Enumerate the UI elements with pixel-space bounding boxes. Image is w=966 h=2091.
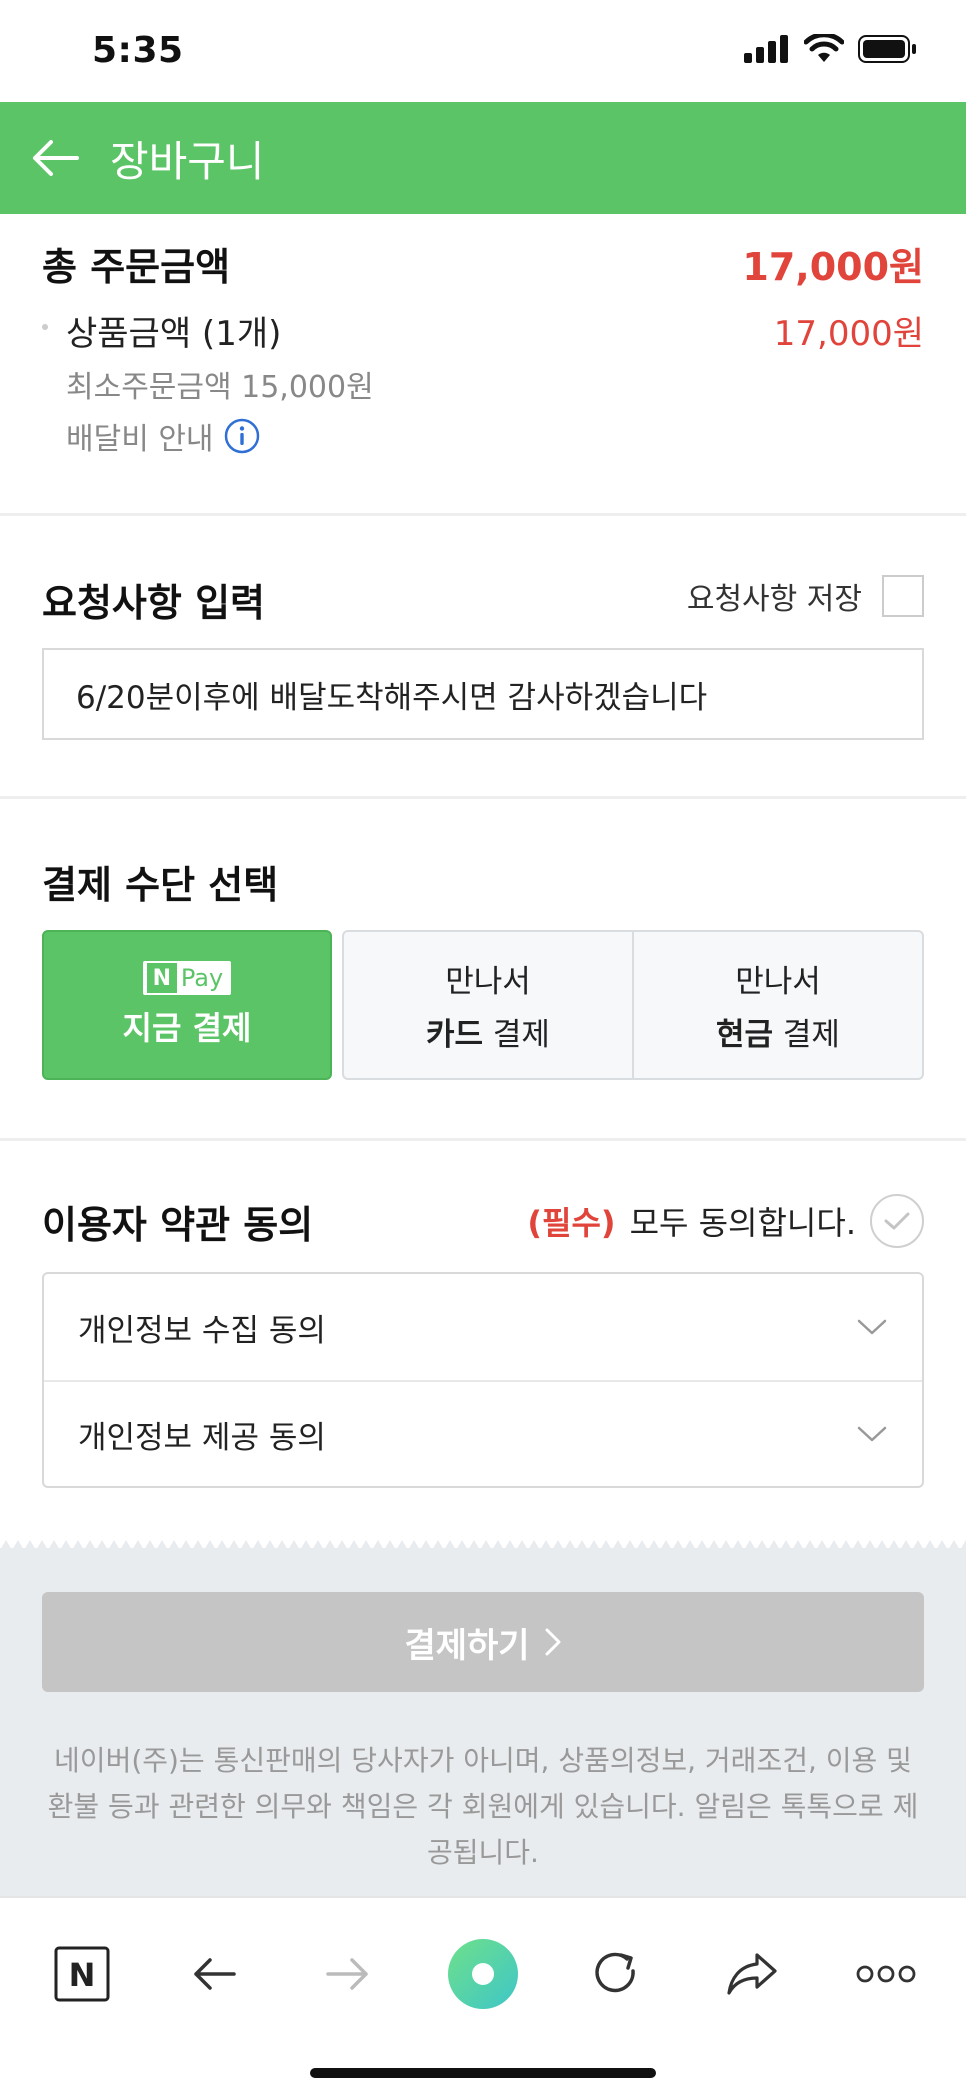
agree-all-label: 모두 동의합니다. xyxy=(629,1204,856,1242)
arrow-left-icon xyxy=(194,1958,236,1990)
payment-title: 결제 수단 선택 xyxy=(42,863,279,907)
app-header: 장바구니 xyxy=(0,102,966,214)
payment-method-section: 결제 수단 선택 N Pay 지금 결제 만나서 카드 결제 만나서 현금 결제 xyxy=(0,798,966,1138)
pay-now-label: 지금 결제 xyxy=(122,1009,252,1047)
terms-section: 이용자 약관 동의 (필수) 모두 동의합니다. 개인정보 수집 동의 개인정보… xyxy=(0,1140,966,1540)
pay-card-line1: 만나서 xyxy=(445,964,531,1000)
share-icon xyxy=(727,1953,777,1995)
delivery-fee-label: 배달비 안내 xyxy=(66,422,214,457)
delivery-fee-info[interactable]: 배달비 안내 xyxy=(66,414,260,458)
naver-letter: N xyxy=(69,1956,96,1994)
status-time: 5:35 xyxy=(92,30,184,71)
naver-logo-icon: N xyxy=(54,1946,110,2002)
arrow-left-icon xyxy=(33,140,79,176)
green-dot-icon xyxy=(448,1939,518,2009)
pay-card-line2: 카드 결제 xyxy=(426,1009,550,1054)
arrow-right-icon xyxy=(326,1958,368,1990)
save-request-label: 요청사항 저장 xyxy=(686,582,862,617)
payment-options: N Pay 지금 결제 만나서 카드 결제 만나서 현금 결제 xyxy=(42,930,924,1080)
agree-all-checkbox[interactable] xyxy=(870,1194,924,1248)
page-title: 장바구니 xyxy=(110,136,265,186)
terms-item-privacy-collect[interactable]: 개인정보 수집 동의 xyxy=(44,1274,922,1380)
terms-title: 이용자 약관 동의 xyxy=(42,1203,314,1247)
chevron-down-icon[interactable] xyxy=(856,1424,888,1444)
refresh-button[interactable] xyxy=(576,1934,656,2014)
terms-item-label: 개인정보 수집 동의 xyxy=(78,1312,326,1349)
product-amount-value: 17,000원 xyxy=(773,314,924,354)
wifi-icon xyxy=(804,34,844,62)
pay-card-option[interactable]: 만나서 카드 결제 xyxy=(344,932,632,1078)
info-icon[interactable] xyxy=(224,418,260,454)
signal-icon xyxy=(744,35,788,63)
total-label: 총 주문금액 xyxy=(42,245,231,289)
browser-forward-button[interactable] xyxy=(308,1934,388,2014)
receipt-edge xyxy=(0,1540,966,1550)
back-button[interactable] xyxy=(0,102,110,214)
share-button[interactable] xyxy=(712,1934,792,2014)
chevron-right-icon xyxy=(545,1628,561,1656)
terms-list: 개인정보 수집 동의 개인정보 제공 동의 xyxy=(42,1272,924,1488)
agree-all-toggle[interactable]: (필수) 모두 동의합니다. xyxy=(527,1194,924,1248)
pay-on-delivery-group: 만나서 카드 결제 만나서 현금 결제 xyxy=(342,930,924,1080)
npay-n: N xyxy=(146,963,177,993)
disclaimer-text: 네이버(주)는 통신판매의 당사자가 아니며, 상품의정보, 거래조건, 이용 … xyxy=(47,1744,919,1869)
pay-cash-rest: 결제 xyxy=(773,1017,840,1053)
pay-cash-bold: 현금 xyxy=(716,1017,774,1053)
order-summary: 총 주문금액 17,000원 상품금액 (1개) 17,000원 최소주문금액 … xyxy=(0,214,966,514)
pay-button-label: 결제하기 xyxy=(404,1625,530,1666)
pay-card-rest: 결제 xyxy=(483,1017,550,1053)
terms-item-label: 개인정보 제공 동의 xyxy=(78,1419,326,1456)
browser-toolbar: N xyxy=(0,1896,966,2091)
refresh-icon xyxy=(595,1952,635,1993)
naver-home-button[interactable]: N xyxy=(42,1934,122,2014)
pay-cash-line2: 현금 결제 xyxy=(716,1009,840,1054)
required-badge: (필수) xyxy=(527,1204,616,1242)
browser-back-button[interactable] xyxy=(174,1934,254,2014)
pay-now-option[interactable]: N Pay 지금 결제 xyxy=(42,930,332,1080)
status-bar: 5:35 xyxy=(0,0,966,102)
save-request-toggle[interactable]: 요청사항 저장 xyxy=(687,574,924,618)
bullet-dot xyxy=(42,324,48,330)
more-button[interactable] xyxy=(846,1934,926,2014)
request-title: 요청사항 입력 xyxy=(42,581,265,625)
more-dots-icon xyxy=(856,1965,916,1983)
check-icon xyxy=(884,1212,910,1230)
save-request-checkbox[interactable] xyxy=(882,575,924,617)
pay-card-bold: 카드 xyxy=(426,1017,484,1053)
pay-cash-line1: 만나서 xyxy=(735,964,821,1000)
request-input[interactable]: 6/20분이후에 배달도착해주시면 감사하겠습니다 xyxy=(42,648,924,740)
green-dot-button[interactable] xyxy=(443,1934,523,2014)
npay-text: Pay xyxy=(180,964,224,992)
min-order-text: 최소주문금액 15,000원 xyxy=(66,370,374,405)
request-section: 요청사항 입력 요청사항 저장 6/20분이후에 배달도착해주시면 감사하겠습니… xyxy=(0,516,966,796)
product-amount-label: 상품금액 (1개) xyxy=(66,314,282,354)
home-indicator xyxy=(310,2068,656,2078)
chevron-down-icon[interactable] xyxy=(856,1317,888,1337)
battery-icon xyxy=(858,35,916,63)
pay-cash-option[interactable]: 만나서 현금 결제 xyxy=(632,932,922,1078)
total-value: 17,000원 xyxy=(742,245,924,289)
pay-button[interactable]: 결제하기 xyxy=(42,1592,924,1692)
terms-item-privacy-provide[interactable]: 개인정보 제공 동의 xyxy=(44,1380,922,1486)
status-icons xyxy=(744,34,918,64)
npay-logo: N Pay xyxy=(142,961,232,995)
checkout-area: 결제하기 네이버(주)는 통신판매의 당사자가 아니며, 상품의정보, 거래조건… xyxy=(0,1540,966,1896)
